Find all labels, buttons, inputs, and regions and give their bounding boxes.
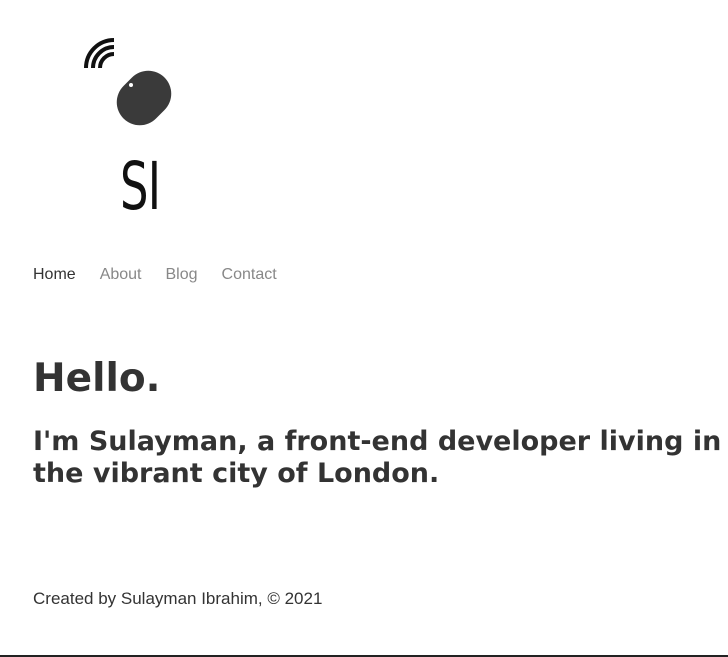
footer-text: Created by Sulayman Ibrahim, © 2021 [33,589,323,608]
nav-item-home[interactable]: Home [33,265,76,285]
nav-item-contact[interactable]: Contact [222,265,277,285]
wireless-mouse-icon [84,38,172,126]
site-logo[interactable]: SI [80,36,190,226]
hero-subtitle: I'm Sulayman, a front-end developer livi… [33,426,722,489]
nav-item-blog[interactable]: Blog [166,265,198,285]
hero-title: Hello. [33,356,161,401]
nav-item-about[interactable]: About [100,265,142,285]
logo-text: SI [120,148,161,225]
main-nav: Home About Blog Contact [33,265,277,285]
